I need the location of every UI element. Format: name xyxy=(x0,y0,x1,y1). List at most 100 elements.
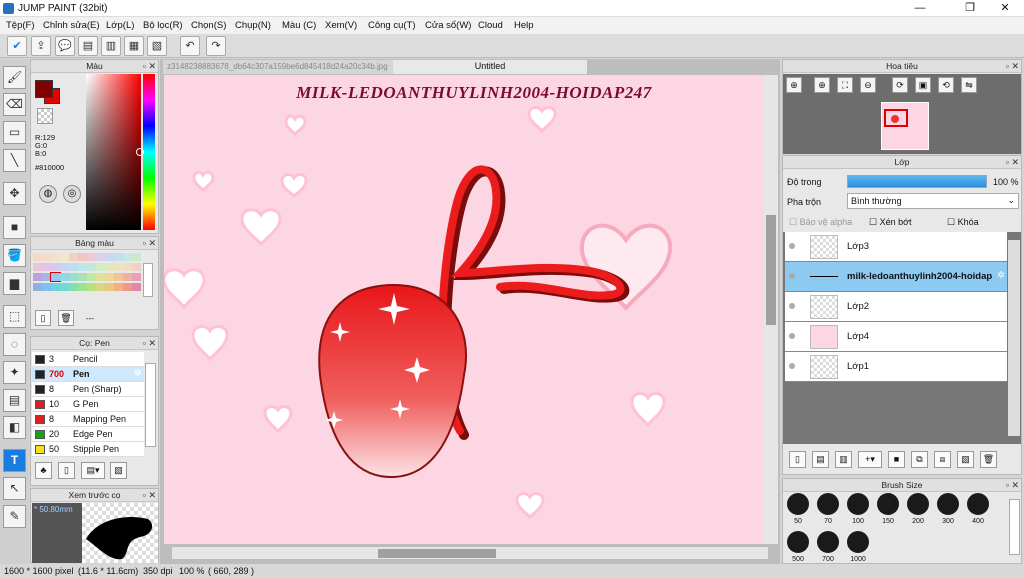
brush-size-option[interactable]: 300 xyxy=(933,493,963,525)
palette-swatch[interactable] xyxy=(105,263,114,271)
palette-swatch[interactable] xyxy=(69,253,78,261)
brush-item[interactable]: 8 Pen (Sharp) xyxy=(32,382,144,397)
brush-size-option[interactable]: 200 xyxy=(903,493,933,525)
menu-view[interactable]: Xem(V) xyxy=(325,20,357,31)
list-icon[interactable]: ▦ xyxy=(124,36,144,56)
new-palette-icon[interactable]: ▯ xyxy=(35,310,51,326)
palette-swatch[interactable] xyxy=(69,263,78,271)
palette-swatch[interactable] xyxy=(78,273,87,281)
palette-swatch[interactable] xyxy=(123,273,132,281)
brush-item[interactable]: 10 G Pen xyxy=(32,397,144,412)
tab-file[interactable]: z3148238883678_db64c307a159be6d845418d24… xyxy=(163,60,393,74)
saturation-box[interactable] xyxy=(86,74,141,230)
redo-icon[interactable]: ↷ xyxy=(206,36,226,56)
trash-icon[interactable]: 🗑 xyxy=(58,310,74,326)
panel-controls-icon[interactable]: ▫ ✕ xyxy=(1006,61,1019,71)
transparent-swatch[interactable] xyxy=(37,108,53,124)
checklist-icon[interactable]: ▧ xyxy=(147,36,167,56)
palette-swatch[interactable] xyxy=(87,273,96,281)
brush-size-option[interactable]: 50 xyxy=(783,493,813,525)
flip-icon[interactable]: ⇋ xyxy=(961,77,977,93)
menu-select[interactable]: Chọn(S) xyxy=(191,20,226,31)
fit-icon[interactable]: ⛶ xyxy=(837,77,853,93)
canvas-vertical-scrollbar[interactable] xyxy=(764,75,778,544)
trash-icon[interactable]: 🗑 xyxy=(980,451,997,468)
palette-swatch[interactable] xyxy=(132,263,141,271)
layer-settings-icon[interactable]: ▧ xyxy=(957,451,974,468)
lasso-tool[interactable]: ◌ xyxy=(3,333,26,356)
palette-swatch[interactable] xyxy=(105,273,114,281)
menu-tools[interactable]: Công cụ(T) xyxy=(368,20,416,31)
palette-swatch[interactable] xyxy=(33,253,42,261)
layer-row[interactable]: Lớp1 xyxy=(785,352,1007,382)
brush-item[interactable]: 20 Edge Pen xyxy=(32,427,144,442)
gradient-tool[interactable]: ▆ xyxy=(3,272,26,295)
brush-item-selected[interactable]: 700 Pen ✲ xyxy=(32,367,144,382)
eyedropper-tool[interactable]: ✎ xyxy=(3,505,26,528)
move-tool[interactable]: ✥ xyxy=(3,182,26,205)
palette-swatch[interactable] xyxy=(69,283,78,291)
palette-swatch[interactable] xyxy=(69,273,78,281)
palette-swatch[interactable] xyxy=(114,273,123,281)
panel-controls-icon[interactable]: ▫ ✕ xyxy=(143,490,156,500)
brush-size-option[interactable]: 400 xyxy=(963,493,993,525)
palette-swatch[interactable] xyxy=(87,283,96,291)
palette-swatch[interactable] xyxy=(78,263,87,271)
menu-edit[interactable]: Chỉnh sửa(E) xyxy=(43,20,100,31)
brush-size-option[interactable]: 150 xyxy=(873,493,903,525)
canvas-artboard[interactable]: MILK-LEDOANTHUYLINH2004-HOIDAP247 xyxy=(164,75,764,544)
brush-settings-icon[interactable]: ▧ xyxy=(110,462,127,479)
palette-swatch[interactable] xyxy=(51,253,60,261)
undo-icon[interactable]: ↶ xyxy=(180,36,200,56)
palette-swatch[interactable] xyxy=(42,283,51,291)
menu-color[interactable]: Màu (C) xyxy=(282,20,316,31)
vertical-scroll-thumb[interactable] xyxy=(766,215,776,325)
protect-alpha-checkbox[interactable]: ☐ Bảo vệ alpha xyxy=(789,217,852,228)
horizontal-scroll-thumb[interactable] xyxy=(378,549,496,558)
palette-swatch[interactable] xyxy=(33,273,42,281)
eye-icon[interactable] xyxy=(789,363,795,369)
palette-swatch[interactable] xyxy=(78,253,87,261)
palette-swatch[interactable] xyxy=(132,253,141,261)
palette-swatch[interactable] xyxy=(42,273,51,281)
restore-button[interactable]: ❐ xyxy=(955,0,985,17)
brush-size-option[interactable]: 100 xyxy=(843,493,873,525)
folder-icon[interactable]: ■ xyxy=(888,451,905,468)
zoom-in-icon[interactable]: ⊕ xyxy=(814,77,830,93)
comment-icon[interactable]: 💬 xyxy=(55,36,75,56)
select-eraser-tool[interactable]: ◧ xyxy=(3,416,26,439)
palette-swatch[interactable] xyxy=(114,283,123,291)
palette-swatch[interactable] xyxy=(60,283,69,291)
palette-swatch[interactable] xyxy=(96,263,105,271)
menu-file[interactable]: Tệp(F) xyxy=(6,20,35,31)
palette-swatch[interactable] xyxy=(123,253,132,261)
rotate-icon[interactable]: ⟳ xyxy=(892,77,908,93)
palette-swatch[interactable] xyxy=(105,253,114,261)
panel-controls-icon[interactable]: ▫ ✕ xyxy=(143,61,156,71)
brush-tool[interactable]: 🖌 xyxy=(3,66,26,89)
menu-snap[interactable]: Chụp(N) xyxy=(235,20,271,31)
menu-layer[interactable]: Lớp(L) xyxy=(106,20,134,31)
palette-swatch[interactable] xyxy=(96,283,105,291)
palette-swatch[interactable] xyxy=(87,263,96,271)
merge-icon[interactable]: ⧈ xyxy=(934,451,951,468)
palette-swatch[interactable] xyxy=(105,283,114,291)
palette-swatch[interactable] xyxy=(132,273,141,281)
eye-icon[interactable] xyxy=(789,303,795,309)
brush-scrollbar[interactable] xyxy=(145,363,156,447)
lock-checkbox[interactable]: ☐ Khóa xyxy=(947,217,979,228)
select-pen-tool[interactable]: ▤ xyxy=(3,389,26,412)
gear-icon[interactable]: ✲ xyxy=(997,270,1005,281)
panel-controls-icon[interactable]: ▫ ✕ xyxy=(1006,157,1019,167)
confirm-icon[interactable]: ✔ xyxy=(7,36,27,56)
palette-swatch[interactable] xyxy=(60,253,69,261)
line-tool[interactable]: ╲ xyxy=(3,149,26,172)
palette-swatch[interactable] xyxy=(132,283,141,291)
eraser-tool[interactable]: ⌫ xyxy=(3,93,26,116)
brush-item[interactable]: 8 Mapping Pen xyxy=(32,412,144,427)
palette-swatch[interactable] xyxy=(60,263,69,271)
palette-swatch[interactable] xyxy=(33,263,42,271)
palette-swatch[interactable] xyxy=(123,283,132,291)
palette-swatch[interactable] xyxy=(42,263,51,271)
select-dotted-tool[interactable]: ⬚ xyxy=(3,305,26,328)
